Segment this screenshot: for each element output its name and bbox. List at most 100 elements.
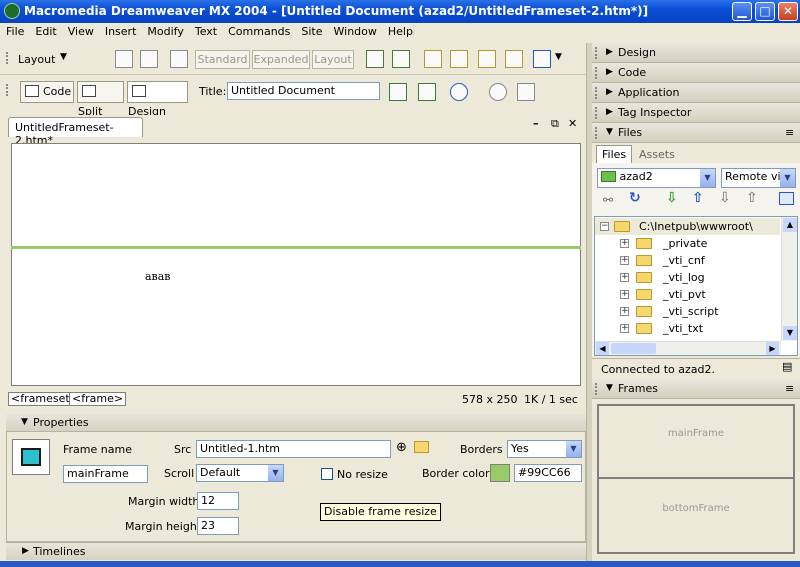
log-icon[interactable]: ▤ [782, 360, 792, 373]
view-select[interactable]: Remote vie ▼ [721, 168, 796, 188]
border-color-input[interactable]: #99CC66 [514, 464, 582, 482]
scroll-down-icon[interactable]: ▼ [783, 326, 797, 340]
frameset-split-icon[interactable] [533, 50, 551, 68]
put-files-icon[interactable]: ⇧ [692, 190, 704, 206]
site-select[interactable]: azad2 ▼ [597, 168, 716, 188]
window-size[interactable]: 578 x 250 [462, 393, 518, 406]
panel-grip[interactable] [595, 67, 601, 79]
scroll-left-icon[interactable]: ◀ [596, 342, 609, 355]
doc-minimize-button[interactable]: – [533, 117, 539, 130]
menu-window[interactable]: Window [328, 23, 382, 38]
list-item[interactable]: + _vti_pvt [595, 286, 780, 303]
code-view-button[interactable]: Code [20, 81, 74, 103]
panel-options-icon[interactable]: ≡ [785, 382, 794, 395]
split-view-button[interactable]: Split [77, 81, 124, 118]
draw-layout-cell-icon[interactable] [392, 50, 410, 68]
panel-design[interactable]: ▶ Design [592, 43, 800, 63]
margin-width-input[interactable]: 12 [197, 492, 239, 510]
maximize-button[interactable]: □ [755, 2, 775, 21]
connect-icon[interactable]: ⚯ [603, 193, 613, 207]
tree-root[interactable]: − C:\Inetpub\wwwroot\ [595, 218, 780, 235]
tab-document[interactable]: UntitledFrameset-2.htm* [8, 117, 143, 147]
file-management-icon[interactable] [418, 83, 436, 101]
frame-main[interactable]: mainFrame [599, 406, 793, 479]
panel-grip[interactable] [595, 383, 601, 395]
frameset-bottom-icon[interactable] [505, 50, 523, 68]
no-resize-checkbox[interactable] [321, 468, 333, 480]
vertical-scrollbar[interactable]: ▲ ▼ [781, 217, 797, 341]
files-tree[interactable]: − C:\Inetpub\wwwroot\ + _private + _vti_cn… [594, 216, 798, 356]
menu-commands[interactable]: Commands [222, 23, 295, 38]
panel-frames[interactable]: ▼ Frames ≡ [592, 379, 800, 399]
margin-height-input[interactable]: 23 [197, 517, 239, 535]
tag-frame[interactable]: <frame> [69, 392, 127, 406]
collapse-icon[interactable]: − [600, 222, 609, 231]
menu-file[interactable]: File [0, 23, 29, 38]
document-title-input[interactable]: Untitled Document [227, 82, 380, 100]
properties-header[interactable]: ▼ Properties [6, 414, 586, 432]
expand-icon[interactable]: + [620, 256, 629, 265]
doc-restore-button[interactable]: ⧉ [551, 117, 559, 131]
panel-grip[interactable] [595, 47, 601, 59]
menu-help[interactable]: Help [382, 23, 418, 38]
frameset-top-icon[interactable] [478, 50, 496, 68]
image-icon[interactable] [170, 50, 188, 68]
view-options-icon[interactable] [517, 83, 535, 101]
menu-view[interactable]: View [62, 23, 99, 38]
menu-site[interactable]: Site [295, 23, 327, 38]
list-item[interactable]: + _vti_cnf [595, 252, 780, 269]
check-out-icon[interactable]: ⇩ [719, 190, 731, 206]
expand-icon[interactable]: + [620, 307, 629, 316]
draw-layout-table-icon[interactable] [366, 50, 384, 68]
panel-application[interactable]: ▶ Application [592, 83, 800, 103]
design-canvas[interactable] [11, 143, 581, 386]
frame-bottom[interactable]: bottomFrame [599, 481, 793, 552]
list-item[interactable]: + _vti_script [595, 303, 780, 320]
refresh-icon[interactable] [489, 83, 507, 101]
layer-icon[interactable] [140, 50, 158, 68]
panel-tag-inspector[interactable]: ▶ Tag Inspector [592, 103, 800, 123]
frames-icon[interactable] [424, 50, 442, 68]
insert-category-select[interactable]: Layout [18, 53, 55, 66]
layout-mode-button[interactable]: Layout [312, 50, 354, 69]
horizontal-scrollbar[interactable]: ◀ ▶ [595, 341, 781, 355]
browse-folder-icon[interactable] [414, 441, 429, 453]
expand-icon[interactable]: + [620, 324, 629, 333]
expand-icon[interactable]: + [620, 273, 629, 282]
panel-grip[interactable] [595, 107, 601, 119]
get-files-icon[interactable]: ⇩ [666, 190, 678, 206]
toolbar-grip[interactable] [6, 52, 12, 64]
toolbar-grip[interactable] [6, 84, 12, 96]
panel-options-icon[interactable]: ≡ [785, 126, 794, 139]
chevron-down-icon[interactable]: ▼ [60, 52, 67, 62]
doc-close-button[interactable]: ✕ [568, 117, 577, 130]
scroll-right-icon[interactable]: ▶ [766, 342, 779, 355]
menu-text[interactable]: Text [189, 23, 222, 38]
menu-edit[interactable]: Edit [29, 23, 61, 38]
scroll-select[interactable]: Default ▼ [196, 464, 284, 482]
dreamweaver-app-icon[interactable] [4, 3, 20, 19]
expand-panel-icon[interactable] [779, 192, 794, 205]
browser-check-icon[interactable] [389, 83, 407, 101]
minimize-button[interactable]: ▁ [732, 2, 752, 21]
menu-modify[interactable]: Modify [141, 23, 188, 38]
timelines-panel-header[interactable]: ▶ Timelines [6, 542, 586, 560]
panel-code[interactable]: ▶ Code [592, 63, 800, 83]
frame-border[interactable] [11, 246, 581, 249]
expand-icon[interactable]: + [620, 239, 629, 248]
frame-name-input[interactable]: mainFrame [63, 465, 148, 483]
table-icon[interactable] [115, 50, 133, 68]
tab-files[interactable]: Files [596, 145, 633, 163]
menu-insert[interactable]: Insert [99, 23, 142, 38]
panel-grip[interactable] [595, 127, 601, 139]
frameset-left-icon[interactable] [450, 50, 468, 68]
expanded-mode-button[interactable]: Expanded [252, 50, 310, 69]
design-view-button[interactable]: Design [127, 81, 188, 118]
scroll-up-icon[interactable]: ▲ [783, 218, 797, 232]
border-color-swatch[interactable] [490, 464, 510, 482]
borders-select[interactable]: Yes ▼ [507, 440, 582, 458]
chevron-down-icon[interactable]: ▼ [555, 52, 562, 62]
src-input[interactable]: Untitled-1.htm [196, 440, 391, 458]
expand-icon[interactable]: + [620, 290, 629, 299]
preview-browser-icon[interactable] [450, 83, 468, 101]
